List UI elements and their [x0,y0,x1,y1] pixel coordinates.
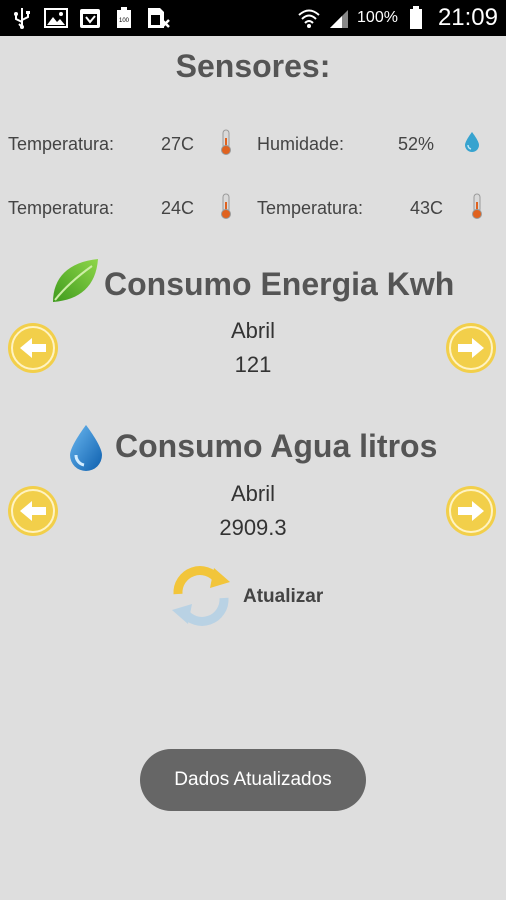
wifi-icon [297,6,321,30]
water-drop-icon [463,131,481,158]
toast-message: Dados Atualizados [140,749,366,811]
water-title: Consumo Agua litros [115,428,438,464]
thermometer-icon [219,128,233,161]
energy-value: 121 [234,352,272,377]
sensor-3-label: Temperatura: [8,198,115,218]
sensor-2-label: Humidade: [257,134,345,154]
leaf-icon [50,256,100,309]
signal-icon [327,6,351,30]
refresh-icon [168,566,234,632]
status-bar: 100 100% 21:09 [0,0,506,36]
image-icon [44,6,68,30]
svg-text:100: 100 [119,18,130,24]
battery-icon [404,6,428,30]
refresh-button[interactable] [168,564,234,628]
clock: 21:09 [437,4,498,31]
battery-100-icon: 100 [112,6,136,30]
thermometer-icon [470,192,484,225]
usb-icon [10,6,34,30]
battery-percent: 100% [357,9,398,26]
sim-icon [146,6,170,30]
sensor-2-value: 52% [398,134,435,154]
sensor-3-value: 24C [161,198,195,218]
calendar-icon [78,6,102,30]
energy-month: Abril [230,318,275,343]
water-month: Abril [230,481,275,506]
thermometer-icon [219,192,233,225]
energy-title: Consumo Energia Kwh [104,266,455,302]
water-value: 2909.3 [219,515,287,540]
water-next-button[interactable] [444,484,498,538]
energy-next-button[interactable] [444,321,498,375]
page-title: Sensores: [175,48,331,84]
sensor-1-value: 27C [161,134,195,154]
sensor-4-value: 43C [410,198,444,218]
sensor-4-label: Temperatura: [257,198,364,218]
refresh-label[interactable]: Atualizar [243,586,323,608]
sensor-1-label: Temperatura: [8,134,115,154]
water-drop-icon [68,424,104,477]
